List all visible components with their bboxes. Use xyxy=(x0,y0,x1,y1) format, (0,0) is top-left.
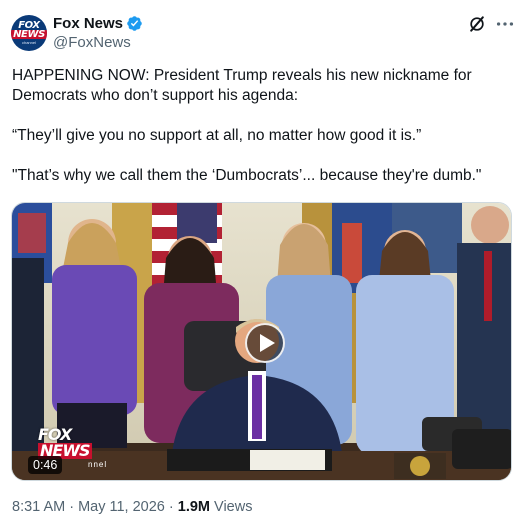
post-card: FOX NEWS channel Fox News @FoxNews HAPPE… xyxy=(0,0,526,529)
more-options-icon[interactable] xyxy=(494,13,516,35)
author-avatar[interactable]: FOX NEWS channel xyxy=(11,15,47,51)
author-handle[interactable]: @FoxNews xyxy=(53,34,143,51)
video-player[interactable]: FOX NEWS nnel 0:46 xyxy=(11,202,512,481)
meta-separator: · xyxy=(164,499,178,515)
play-icon xyxy=(259,334,275,352)
post-paragraph-1: HAPPENING NOW: President Trump reveals h… xyxy=(12,67,477,104)
post-text: HAPPENING NOW: President Trump reveals h… xyxy=(12,66,512,186)
post-paragraph-2: “They’ll give you no support at all, no … xyxy=(12,127,422,144)
watermark-channel: nnel xyxy=(88,460,108,469)
video-duration: 0:46 xyxy=(28,456,63,474)
avatar-logo-channel: channel xyxy=(21,40,36,45)
verified-badge-icon xyxy=(127,16,142,31)
views-label: Views xyxy=(214,499,253,515)
play-button[interactable] xyxy=(245,323,285,363)
avatar-logo-news: NEWS xyxy=(11,29,47,40)
post-paragraph-3: "That’s why we call them the ‘Dumbocrats… xyxy=(12,167,482,184)
author-name-row: Fox News xyxy=(53,14,143,33)
author-block: Fox News @FoxNews xyxy=(53,14,143,51)
post-timestamp[interactable]: 8:31 AM · May 11, 2026 xyxy=(12,499,165,515)
author-name[interactable]: Fox News xyxy=(53,15,123,32)
views-count: 1.9M xyxy=(177,499,211,515)
grok-icon[interactable] xyxy=(467,14,487,34)
post-meta: 8:31 AM · May 11, 2026 · 1.9M Views xyxy=(12,499,252,515)
